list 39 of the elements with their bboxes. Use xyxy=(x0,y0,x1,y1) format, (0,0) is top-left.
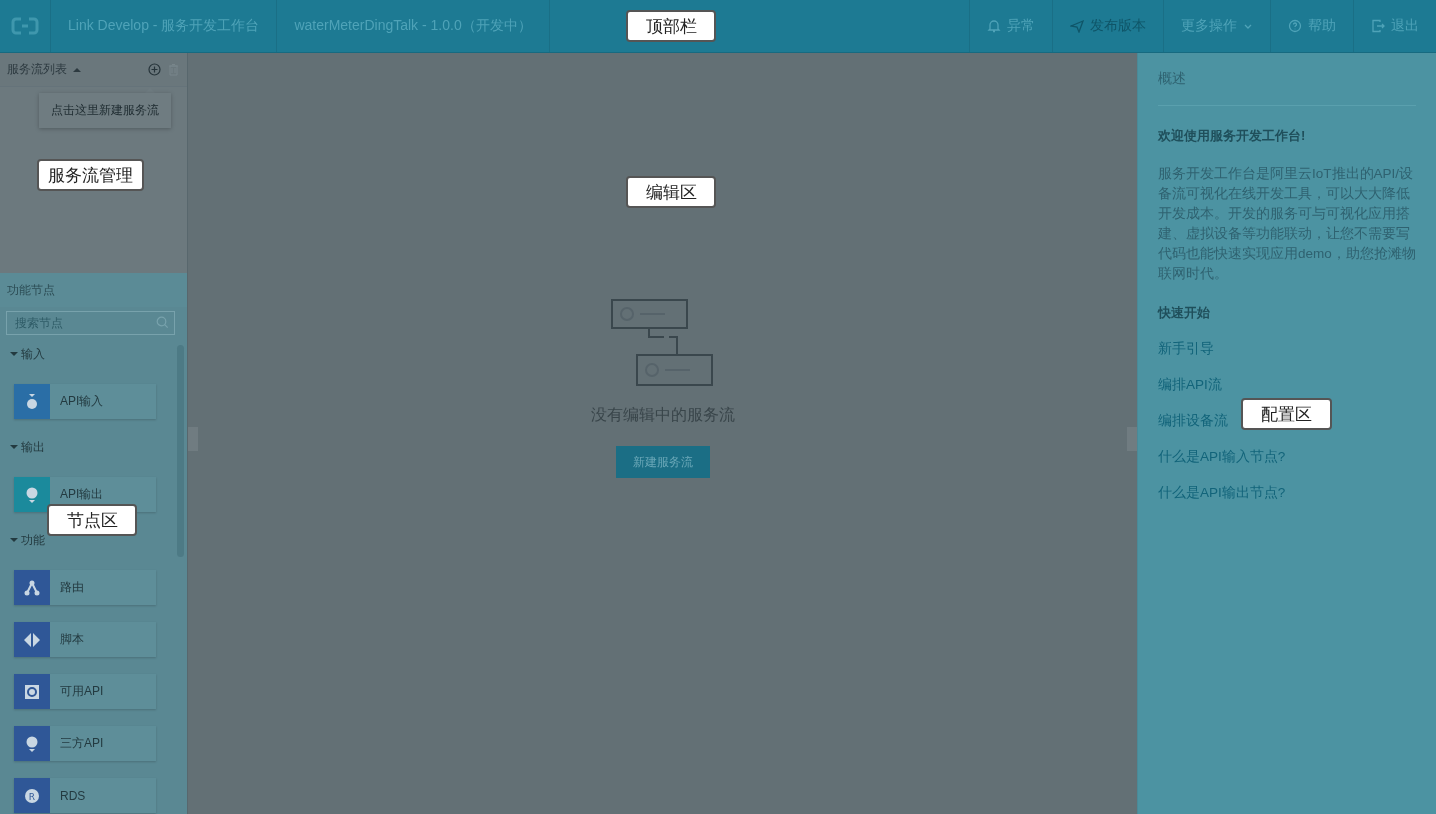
exit-icon xyxy=(1371,19,1385,33)
node-item[interactable]: R RDS xyxy=(14,778,156,813)
node-item[interactable]: API输入 xyxy=(14,384,156,419)
node-item[interactable]: 可用API xyxy=(14,674,156,709)
section-heading: 快速开始 xyxy=(1158,304,1211,322)
help-link[interactable]: 编排API流 xyxy=(1158,375,1222,394)
node-item[interactable]: 三方API xyxy=(14,726,156,761)
bell-icon xyxy=(987,19,1001,33)
group-label: 功能 xyxy=(21,531,45,549)
send-icon xyxy=(1070,19,1084,33)
add-icon[interactable] xyxy=(148,63,161,76)
help-link[interactable]: 什么是API输入节点? xyxy=(1158,447,1286,466)
annotation-tooltip: 顶部栏 xyxy=(626,10,716,42)
help-icon xyxy=(1288,19,1302,33)
annotation-tooltip: 编辑区 xyxy=(626,176,716,208)
annotation-tooltip: 服务流管理 xyxy=(37,159,144,191)
caret-icon[interactable] xyxy=(10,536,18,544)
caret-icon[interactable] xyxy=(10,443,18,451)
group-label: 输入 xyxy=(21,345,45,363)
flow-diagram-icon xyxy=(610,299,715,387)
collapse-handle[interactable] xyxy=(188,427,198,451)
annotation-tooltip: 节点区 xyxy=(47,504,137,536)
group-label: 输出 xyxy=(21,438,45,456)
search-icon xyxy=(156,316,169,329)
help-link[interactable]: 什么是API输出节点? xyxy=(1158,483,1286,502)
node-item[interactable]: 路由 xyxy=(14,570,156,605)
logo-icon xyxy=(11,16,39,36)
caret-icon[interactable] xyxy=(73,65,81,74)
help-link[interactable]: 编排设备流 xyxy=(1158,411,1228,430)
annotation-tooltip: 配置区 xyxy=(1241,398,1332,430)
panel-title: 服务流列表 xyxy=(7,61,67,78)
caret-icon[interactable] xyxy=(10,350,18,358)
collapse-handle[interactable] xyxy=(1127,427,1137,451)
tooltip: 点击这里新建服务流 xyxy=(39,93,171,128)
new-flow-button[interactable]: 新建服务流 xyxy=(615,446,710,478)
node-item[interactable]: 脚本 xyxy=(14,622,156,657)
help-link[interactable]: 新手引导 xyxy=(1158,339,1214,358)
node-icon: R xyxy=(14,778,50,813)
welcome-heading: 欢迎使用服务开发工作台! xyxy=(1158,127,1307,145)
